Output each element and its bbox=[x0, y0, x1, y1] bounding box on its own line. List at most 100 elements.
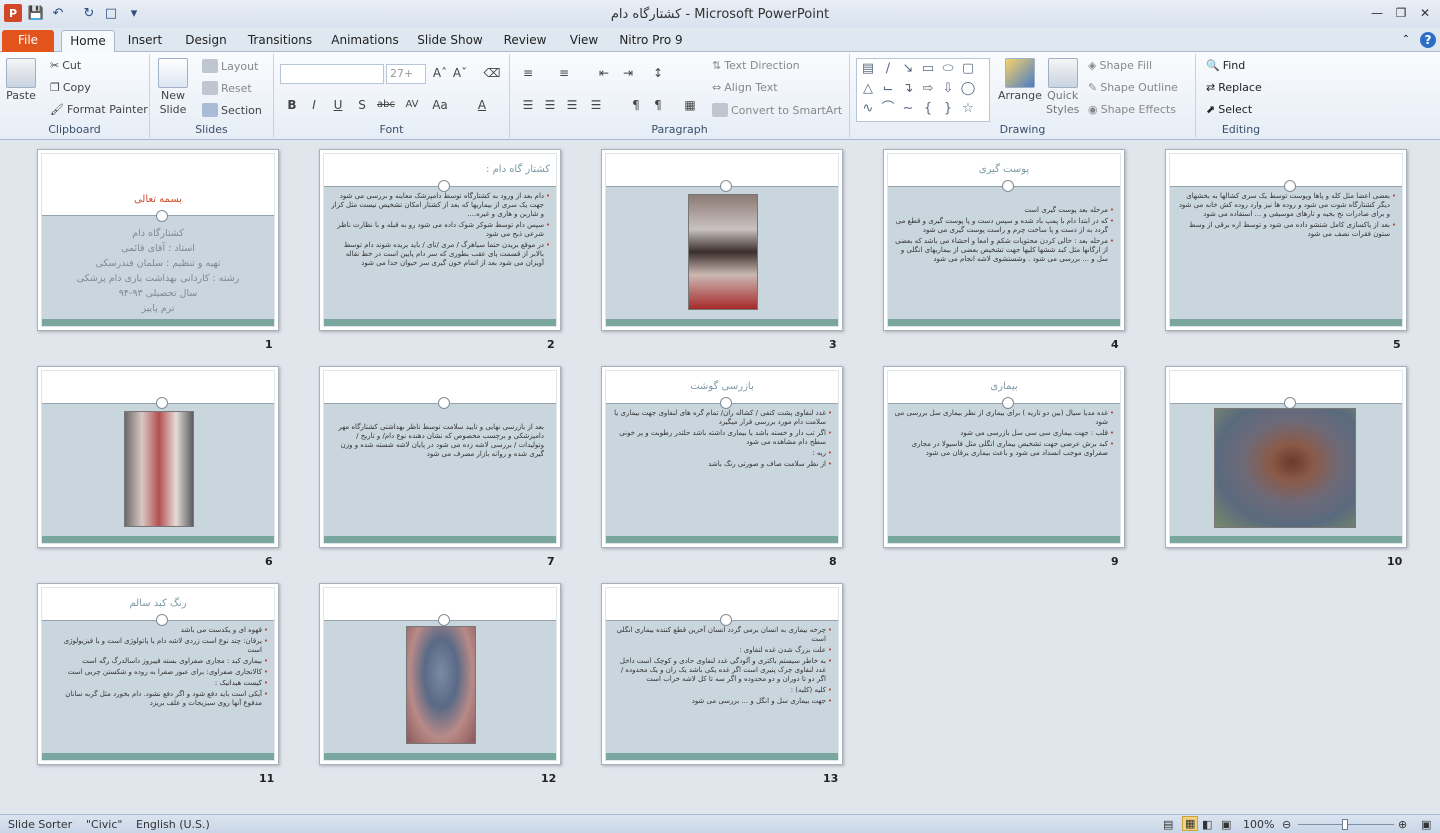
char-spacing-button[interactable]: AV bbox=[402, 96, 422, 114]
redo-icon[interactable]: ↻ bbox=[80, 4, 98, 22]
numbering-icon[interactable]: ≡ bbox=[554, 64, 574, 82]
right-arrow-shape-icon[interactable]: ⇨ bbox=[919, 81, 937, 97]
ltr-icon[interactable]: ¶ bbox=[626, 96, 646, 114]
tab-nitro[interactable]: Nitro Pro 9 bbox=[616, 30, 686, 52]
rectangle-shape-icon[interactable]: ▭ bbox=[919, 61, 937, 77]
slide-thumbnail-6[interactable] bbox=[37, 366, 279, 548]
align-left-icon[interactable]: ☰ bbox=[518, 96, 538, 114]
language-indicator[interactable]: English (U.S.) bbox=[136, 818, 210, 831]
bullets-icon[interactable]: ≡ bbox=[518, 64, 538, 82]
elbow-connector-icon[interactable]: ⌙ bbox=[879, 81, 897, 97]
reset-button[interactable]: Reset bbox=[202, 81, 252, 95]
tab-transitions[interactable]: Transitions bbox=[244, 30, 316, 52]
textbox-shape-icon[interactable]: ▤ bbox=[859, 61, 877, 77]
minimize-icon[interactable]: — bbox=[1366, 4, 1388, 22]
save-icon[interactable]: 💾 bbox=[27, 4, 45, 22]
shape-outline-button[interactable]: ✎ Shape Outline bbox=[1088, 81, 1178, 94]
curve-shape-icon[interactable]: ∼ bbox=[899, 101, 917, 117]
slide-thumbnail-13[interactable]: چرخه بیماری به انسان برمی گردد انسان آخر… bbox=[601, 583, 843, 765]
tab-design[interactable]: Design bbox=[180, 30, 232, 52]
decrease-indent-icon[interactable]: ⇤ bbox=[594, 64, 614, 82]
tab-animations[interactable]: Animations bbox=[328, 30, 402, 52]
tab-slide-show[interactable]: Slide Show bbox=[414, 30, 486, 52]
clear-format-icon[interactable]: ⌫ bbox=[482, 64, 502, 82]
copy-button[interactable]: ❐ Copy bbox=[50, 81, 91, 94]
slide-thumbnail-1[interactable]: بسمه تعالی کشتارگاه دام استاد : آقای قائ… bbox=[37, 149, 279, 331]
oval-shape-icon[interactable]: ⬭ bbox=[939, 61, 957, 77]
freeform-shape-icon[interactable]: ∿ bbox=[859, 101, 877, 117]
tab-review[interactable]: Review bbox=[498, 30, 552, 52]
slide-thumbnail-3[interactable] bbox=[601, 149, 843, 331]
arrow-line-shape-icon[interactable]: ↘ bbox=[899, 61, 917, 77]
paste-button[interactable]: Paste bbox=[6, 58, 36, 102]
slide-thumbnail-9[interactable]: بیماری غده مدیا سیال (بین دو تاریه ) برا… bbox=[883, 366, 1125, 548]
zoom-in-icon[interactable]: ⊕ bbox=[1398, 818, 1407, 831]
justify-icon[interactable]: ☰ bbox=[586, 96, 606, 114]
zoom-slider-thumb[interactable] bbox=[1342, 819, 1348, 830]
slide-thumbnail-4[interactable]: پوست گیری مرحله بعد پوست گیری است که در … bbox=[883, 149, 1125, 331]
align-center-icon[interactable]: ☰ bbox=[540, 96, 560, 114]
font-size-field[interactable]: 27+ bbox=[386, 64, 426, 84]
strikethrough-button[interactable]: abc bbox=[374, 96, 398, 114]
shrink-font-icon[interactable]: Aˇ bbox=[450, 64, 470, 82]
tab-insert[interactable]: Insert bbox=[122, 30, 168, 52]
new-file-icon[interactable]: □ bbox=[102, 4, 120, 22]
zoom-out-icon[interactable]: ⊖ bbox=[1282, 818, 1291, 831]
underline-button[interactable]: U bbox=[328, 96, 348, 114]
restore-icon[interactable]: ❐ bbox=[1390, 4, 1412, 22]
line-shape-icon[interactable]: ∕ bbox=[879, 61, 897, 77]
italic-button[interactable]: I bbox=[304, 96, 324, 114]
elbow-arrow-icon[interactable]: ↴ bbox=[899, 81, 917, 97]
slide-thumbnail-2[interactable]: کشتار گاه دام : دام بعد از ورود به کشتار… bbox=[319, 149, 561, 331]
shadow-button[interactable]: S bbox=[352, 96, 372, 114]
arrange-button[interactable]: Arrange bbox=[998, 58, 1042, 102]
star-shape-icon[interactable]: ☆ bbox=[959, 101, 977, 117]
close-icon[interactable]: ✕ bbox=[1414, 4, 1436, 22]
theme-indicator[interactable]: "Civic" bbox=[86, 818, 122, 831]
shapes-gallery[interactable]: ▤ ∕ ↘ ▭ ⬭ ▢ △ ⌙ ↴ ⇨ ⇩ ◯ ∿ ⌒ ∼ { } ☆ bbox=[856, 58, 990, 122]
shape-effects-button[interactable]: ◉ Shape Effects bbox=[1088, 103, 1176, 116]
customize-qat-icon[interactable]: ▾ bbox=[125, 4, 143, 22]
left-brace-shape-icon[interactable]: { bbox=[919, 101, 937, 117]
slide-thumbnail-10[interactable] bbox=[1165, 366, 1407, 548]
rounded-rect-shape-icon[interactable]: ▢ bbox=[959, 61, 977, 77]
tab-home[interactable]: Home bbox=[61, 30, 115, 52]
find-button[interactable]: 🔍 Find bbox=[1206, 59, 1245, 72]
line-spacing-icon[interactable]: ↕ bbox=[648, 64, 668, 82]
help-icon[interactable]: ? bbox=[1420, 32, 1436, 48]
zoom-level[interactable]: 100% bbox=[1243, 818, 1274, 831]
replace-button[interactable]: ⇄ Replace bbox=[1206, 81, 1262, 94]
slide-sorter-view-icon[interactable]: ▦ bbox=[1182, 816, 1199, 831]
down-arrow-shape-icon[interactable]: ⇩ bbox=[939, 81, 957, 97]
slide-thumbnail-12[interactable] bbox=[319, 583, 561, 765]
slide-thumbnail-7[interactable]: بعد از بازرسی نهایی و تایید سلامت توسط ن… bbox=[319, 366, 561, 548]
tab-view[interactable]: View bbox=[564, 30, 604, 52]
section-button[interactable]: Section bbox=[202, 103, 262, 117]
slideshow-view-icon[interactable]: ▣ bbox=[1221, 818, 1231, 831]
arc-shape-icon[interactable]: ⌒ bbox=[879, 101, 897, 117]
shape-fill-button[interactable]: ◈ Shape Fill bbox=[1088, 59, 1152, 72]
undo-icon[interactable]: ↶ bbox=[49, 4, 67, 22]
slide-thumbnail-8[interactable]: بازرسی گوشت غدد لنفاوی پشت کتفی / کشاله … bbox=[601, 366, 843, 548]
align-text-button[interactable]: ⇔ Align Text bbox=[712, 81, 778, 94]
select-button[interactable]: ⬈ Select bbox=[1206, 103, 1252, 116]
slide-thumbnail-11[interactable]: رنگ کبد سالم قهوه ای و یکدست می باشد یرق… bbox=[37, 583, 279, 765]
bold-button[interactable]: B bbox=[282, 96, 302, 114]
fit-to-window-icon[interactable]: ▣ bbox=[1421, 818, 1431, 831]
rtl-icon[interactable]: ¶ bbox=[648, 96, 668, 114]
triangle-shape-icon[interactable]: △ bbox=[859, 81, 877, 97]
increase-indent-icon[interactable]: ⇥ bbox=[618, 64, 638, 82]
powerpoint-app-icon[interactable]: P bbox=[4, 4, 22, 22]
tab-file[interactable]: File bbox=[2, 30, 54, 52]
grow-font-icon[interactable]: Aˆ bbox=[430, 64, 450, 82]
right-brace-shape-icon[interactable]: } bbox=[939, 101, 957, 117]
reading-view-icon[interactable]: ◧ bbox=[1202, 818, 1212, 831]
collapse-ribbon-icon[interactable]: ⌃ bbox=[1398, 30, 1414, 52]
font-name-field[interactable] bbox=[280, 64, 384, 84]
normal-view-icon[interactable]: ▤ bbox=[1163, 818, 1173, 831]
layout-button[interactable]: Layout bbox=[202, 59, 258, 73]
columns-icon[interactable]: ▦ bbox=[680, 96, 700, 114]
slide-thumbnail-5[interactable]: بعضی اعضا مثل کله و پاها وپوست توسط یک س… bbox=[1165, 149, 1407, 331]
align-right-icon[interactable]: ☰ bbox=[562, 96, 582, 114]
convert-smartart-button[interactable]: Convert to SmartArt bbox=[712, 103, 842, 117]
